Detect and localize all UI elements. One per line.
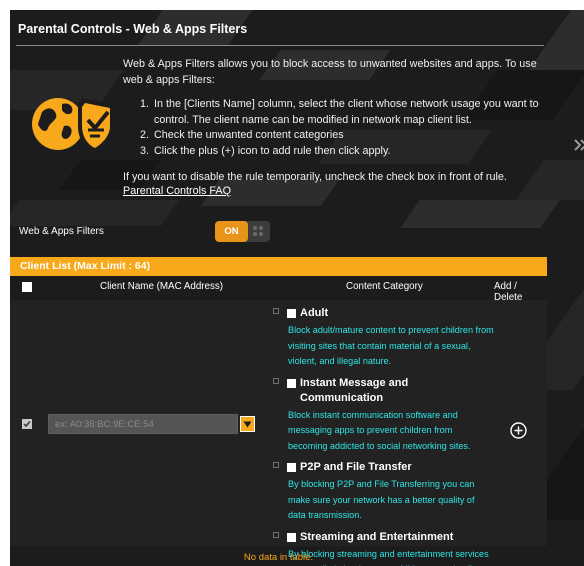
category-streaming-checkbox[interactable] bbox=[287, 532, 296, 542]
step-2: 2. Check the unwanted content categories bbox=[140, 128, 540, 144]
column-header-client-name: Client Name (MAC Address) bbox=[100, 281, 224, 292]
instruction-steps: 1. In the [Clients Name] column, select … bbox=[140, 97, 540, 159]
client-list-header: Client List (Max Limit : 64) bbox=[10, 257, 547, 276]
step-number: 1. bbox=[140, 98, 150, 110]
globe-shield-icon bbox=[32, 98, 114, 154]
step-text: Check the unwanted content categories bbox=[154, 129, 344, 141]
category-adult: Adult Block adult/mature content to prev… bbox=[272, 306, 494, 370]
disable-rule-note: If you want to disable the rule temporar… bbox=[123, 171, 507, 183]
category-p2p: P2P and File Transfer By blocking P2P an… bbox=[272, 460, 494, 524]
intro-description: Web & Apps Filters allows you to block a… bbox=[123, 58, 537, 86]
client-dropdown-button[interactable] bbox=[240, 416, 255, 432]
toggle-grip-icon bbox=[253, 226, 265, 237]
category-description: Block adult/mature content to prevent ch… bbox=[288, 325, 494, 366]
client-selector bbox=[48, 414, 256, 434]
content-category-list: Adult Block adult/mature content to prev… bbox=[272, 306, 494, 566]
client-list-title: Client List (Max Limit : 64) bbox=[20, 260, 151, 272]
title-divider bbox=[16, 45, 544, 46]
select-all-checkbox[interactable] bbox=[22, 282, 32, 292]
web-apps-filters-label: Web & Apps Filters bbox=[19, 226, 104, 237]
category-p2p-checkbox[interactable] bbox=[287, 463, 296, 472]
step-1-continued: control. The client name can be modified… bbox=[154, 113, 472, 126]
tree-node-icon bbox=[273, 531, 279, 538]
category-instant-message: Instant Message and Communication Block … bbox=[272, 376, 494, 455]
step-text: Click the plus (+) icon to add rule then… bbox=[154, 144, 391, 157]
category-title: Adult bbox=[300, 307, 329, 319]
chevron-right-icon bbox=[574, 139, 584, 151]
category-instant-message-checkbox[interactable] bbox=[287, 378, 296, 388]
tree-node-icon bbox=[273, 462, 279, 468]
plus-circle-icon[interactable] bbox=[510, 422, 527, 439]
mac-address-input[interactable] bbox=[48, 414, 238, 434]
step-number: 3. bbox=[140, 144, 150, 157]
empty-table-message: No data in table. bbox=[243, 552, 314, 563]
category-description: Block instant communication software and… bbox=[288, 409, 471, 451]
rule-enable-checkbox[interactable] bbox=[22, 419, 32, 429]
new-rule-row: Adult Block adult/mature content to prev… bbox=[10, 300, 547, 566]
tree-node-icon bbox=[273, 377, 279, 384]
step-1: 1. In the [Clients Name] column, select … bbox=[140, 97, 540, 113]
step-3: 3. Click the plus (+) icon to add rule t… bbox=[140, 144, 540, 160]
parental-controls-panel: Parental Controls - Web & Apps Filters W… bbox=[10, 10, 584, 566]
category-description: By blocking P2P and File Transferring yo… bbox=[288, 479, 475, 520]
category-title: Streaming and Entertainment bbox=[300, 530, 454, 543]
parental-controls-faq-link[interactable]: Parental Controls FAQ bbox=[123, 185, 231, 197]
client-list-column-headers: Client Name (MAC Address) Content Catego… bbox=[10, 276, 547, 303]
category-adult-checkbox[interactable] bbox=[287, 309, 296, 318]
page-title: Parental Controls - Web & Apps Filters bbox=[18, 22, 248, 36]
category-title: Instant Message and Communication bbox=[300, 376, 409, 404]
column-header-content-category: Content Category bbox=[346, 281, 423, 292]
web-apps-filters-toggle[interactable]: ON bbox=[215, 221, 270, 242]
category-title: P2P and File Transfer bbox=[300, 461, 412, 473]
chevron-down-icon bbox=[243, 421, 252, 428]
step-number: 2. bbox=[140, 129, 150, 141]
toggle-on-label: ON bbox=[215, 221, 248, 242]
check-icon bbox=[23, 421, 31, 428]
step-text: In the [Clients Name] column, select the… bbox=[154, 98, 539, 110]
tree-node-icon bbox=[273, 308, 279, 314]
